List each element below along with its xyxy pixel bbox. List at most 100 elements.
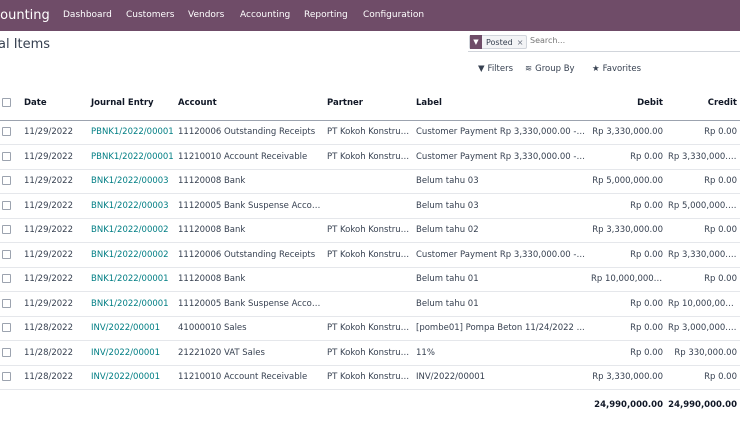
cell-credit: Rp 0.00 — [666, 365, 740, 390]
cell-date: 11/28/2022 — [22, 316, 89, 341]
row-checkbox[interactable] — [2, 225, 11, 235]
cell-date: 11/29/2022 — [22, 291, 89, 317]
col-date[interactable]: Date — [22, 86, 89, 121]
col-journal-entry[interactable]: Journal Entry — [89, 86, 176, 121]
totals-row: 24,990,000.00 24,990,000.00 — [0, 390, 740, 420]
row-checkbox[interactable] — [2, 347, 11, 357]
cell-account: 11210010 Account Receivable — [176, 365, 325, 390]
cell-date: 11/29/2022 — [22, 218, 89, 243]
cell-label: INV/2022/00001 — [414, 365, 589, 390]
cell-credit: Rp 5,000,000.00 — [666, 193, 740, 219]
row-checkbox[interactable] — [2, 127, 11, 137]
table-row[interactable]: 11/28/2022 INV/2022/00001 21221020 VAT Sal… — [0, 340, 740, 366]
col-debit[interactable]: Debit — [589, 86, 666, 121]
col-label[interactable]: Label — [414, 86, 589, 121]
table-row[interactable]: 11/29/2022 BNK1/2022/00003 11120008 Bank Be… — [0, 169, 740, 194]
filters-button[interactable]: ▼ Filters — [478, 64, 513, 74]
cell-account: 11120005 Bank Suspense Account — [176, 193, 325, 219]
table-row[interactable]: 11/29/2022 BNK1/2022/00002 11120008 Bank PT… — [0, 218, 740, 243]
menu-configuration[interactable]: Configuration — [363, 10, 424, 20]
menu-reporting[interactable]: Reporting — [304, 10, 348, 20]
cell-label: 11% — [414, 340, 589, 366]
cell-debit: Rp 0.00 — [589, 193, 666, 219]
cell-account: 11120006 Outstanding Receipts — [176, 242, 325, 268]
row-checkbox[interactable] — [2, 151, 11, 161]
row-checkbox[interactable] — [2, 298, 11, 308]
cell-label: Belum tahu 01 — [414, 267, 589, 292]
cell-debit: Rp 0.00 — [589, 242, 666, 268]
row-checkbox[interactable] — [2, 176, 11, 186]
cell-label: Belum tahu 03 — [414, 193, 589, 219]
table-row[interactable]: 11/29/2022 PBNK1/2022/00001 11120006 Outst… — [0, 120, 740, 145]
filter-facet[interactable]: ▼ Posted × — [469, 35, 528, 49]
cell-partner: PT Kokoh Konstruksi — [325, 120, 414, 145]
cell-debit: Rp 10,000,000.00 — [589, 267, 666, 292]
cell-debit: Rp 3,330,000.00 — [589, 365, 666, 390]
cell-label: Customer Payment Rp 3,330,000.00 - ... — [414, 242, 589, 268]
cell-partner: PT Kokoh Konstruksi — [325, 218, 414, 243]
cell-label: Customer Payment Rp 3,330,000.00 - ... — [414, 120, 589, 145]
cell-date: 11/28/2022 — [22, 340, 89, 366]
cell-journal-entry[interactable]: BNK1/2022/00002 — [89, 242, 176, 268]
top-navbar: counting Dashboard Customers Vendors Acc… — [0, 0, 740, 31]
cell-credit: Rp 0.00 — [666, 169, 740, 194]
cell-debit: Rp 0.00 — [589, 316, 666, 341]
facet-remove-icon[interactable]: × — [517, 38, 527, 47]
cell-account: 11120008 Bank — [176, 169, 325, 194]
cell-credit: Rp 0.00 — [666, 120, 740, 145]
cell-credit: Rp 10,000,000.00 — [666, 291, 740, 317]
cell-journal-entry[interactable]: BNK1/2022/00002 — [89, 218, 176, 243]
cell-debit: Rp 0.00 — [589, 144, 666, 170]
cell-journal-entry[interactable]: INV/2022/00001 — [89, 365, 176, 390]
table-row[interactable]: 11/29/2022 BNK1/2022/00003 11120005 Bank S… — [0, 193, 740, 219]
group-by-button[interactable]: ≋ Group By — [525, 64, 575, 74]
cell-debit: Rp 5,000,000.00 — [589, 169, 666, 194]
menu-vendors[interactable]: Vendors — [188, 10, 224, 20]
row-checkbox[interactable] — [2, 274, 11, 284]
col-account[interactable]: Account — [176, 86, 325, 121]
cell-journal-entry[interactable]: BNK1/2022/00003 — [89, 169, 176, 194]
search-input[interactable] — [530, 36, 710, 45]
row-checkbox[interactable] — [2, 200, 11, 210]
table-row[interactable]: 11/28/2022 INV/2022/00001 41000010 Sales PT… — [0, 316, 740, 341]
cell-credit: Rp 3,000,000.00 — [666, 316, 740, 341]
col-credit[interactable]: Credit — [666, 86, 740, 121]
filter-icon: ▼ — [470, 35, 482, 49]
favorites-button[interactable]: ★ Favorites — [592, 64, 641, 74]
menu-dashboard[interactable]: Dashboard — [63, 10, 112, 20]
menu-customers[interactable]: Customers — [126, 10, 174, 20]
total-credit: 24,990,000.00 — [668, 399, 737, 410]
table-row[interactable]: 11/29/2022 BNK1/2022/00001 11120008 Bank Be… — [0, 267, 740, 292]
select-all-checkbox[interactable] — [2, 97, 11, 107]
col-partner[interactable]: Partner — [325, 86, 414, 121]
cell-label: Belum tahu 02 — [414, 218, 589, 243]
row-checkbox[interactable] — [2, 249, 11, 259]
cell-journal-entry[interactable]: BNK1/2022/00001 — [89, 267, 176, 292]
table-row[interactable]: 11/28/2022 INV/2022/00001 11210010 Account… — [0, 365, 740, 390]
app-name[interactable]: counting — [0, 8, 50, 23]
table-row[interactable]: 11/29/2022 BNK1/2022/00001 11120005 Bank S… — [0, 291, 740, 317]
cell-partner — [325, 267, 414, 292]
cell-date: 11/29/2022 — [22, 267, 89, 292]
cell-label: Customer Payment Rp 3,330,000.00 - ... — [414, 144, 589, 170]
cell-journal-entry[interactable]: INV/2022/00001 — [89, 316, 176, 341]
cell-journal-entry[interactable]: PBNK1/2022/00001 — [89, 120, 176, 145]
table-header: Date Journal Entry Account Partner Label… — [0, 86, 740, 121]
cell-date: 11/29/2022 — [22, 144, 89, 170]
favorites-label: Favorites — [602, 64, 642, 74]
group-by-label: Group By — [535, 64, 575, 74]
table-row[interactable]: 11/29/2022 BNK1/2022/00002 11120006 Outsta… — [0, 242, 740, 268]
cell-journal-entry[interactable]: INV/2022/00001 — [89, 340, 176, 366]
cell-credit: Rp 3,330,000.00 — [666, 144, 740, 170]
cell-journal-entry[interactable]: PBNK1/2022/00001 — [89, 144, 176, 170]
filters-label: Filters — [487, 64, 514, 74]
menu-accounting[interactable]: Accounting — [240, 10, 290, 20]
search-bar: ▼ Posted × — [468, 33, 740, 52]
table-row[interactable]: 11/29/2022 PBNK1/2022/00001 11210010 Accou… — [0, 144, 740, 170]
cell-label: Belum tahu 03 — [414, 169, 589, 194]
cell-journal-entry[interactable]: BNK1/2022/00003 — [89, 193, 176, 219]
cell-date: 11/29/2022 — [22, 193, 89, 219]
row-checkbox[interactable] — [2, 372, 11, 382]
row-checkbox[interactable] — [2, 323, 11, 333]
cell-journal-entry[interactable]: BNK1/2022/00001 — [89, 291, 176, 317]
